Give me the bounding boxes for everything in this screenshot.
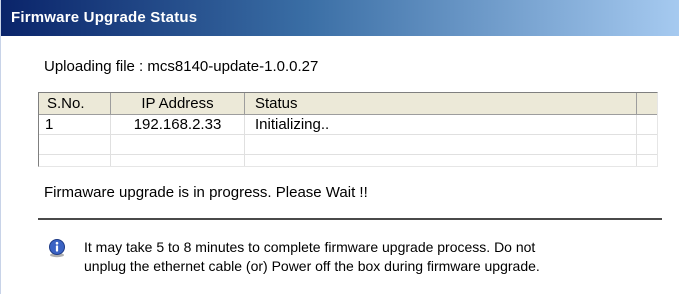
uploading-file-label: Uploading file : mcs8140-update-1.0.0.27 — [44, 58, 319, 75]
column-header-filler — [637, 93, 657, 115]
note-line-2: unplug the ethernet cable (or) Power off… — [84, 258, 540, 274]
progress-message: Firmaware upgrade is in progress. Please… — [44, 184, 368, 201]
empty-cell — [637, 155, 657, 166]
empty-cell — [245, 135, 637, 155]
window-title: Firmware Upgrade Status — [11, 9, 198, 26]
cell-status: Initializing.. — [245, 115, 637, 135]
title-bar[interactable]: Firmware Upgrade Status — [1, 0, 679, 36]
separator-line — [38, 218, 662, 220]
column-header-status[interactable]: Status — [245, 93, 637, 115]
info-icon — [49, 239, 65, 258]
table-row-empty — [39, 155, 657, 166]
empty-cell — [111, 135, 245, 155]
note-line-1: It may take 5 to 8 minutes to complete f… — [84, 239, 536, 255]
warning-note: It may take 5 to 8 minutes to complete f… — [84, 238, 540, 276]
table-header: S.No. IP Address Status — [39, 93, 657, 115]
cell-ip-address: 192.168.2.33 — [111, 115, 245, 135]
column-header-ip-address[interactable]: IP Address — [111, 93, 245, 115]
table-row-empty — [39, 135, 657, 155]
empty-cell — [111, 155, 245, 166]
empty-cell — [39, 135, 111, 155]
table-row[interactable]: 1 192.168.2.33 Initializing.. — [39, 115, 657, 135]
upgrade-status-table[interactable]: S.No. IP Address Status 1 192.168.2.33 I… — [38, 92, 658, 167]
empty-cell — [39, 155, 111, 166]
cell-filler — [637, 115, 657, 135]
column-header-sno[interactable]: S.No. — [39, 93, 111, 115]
cell-sno: 1 — [39, 115, 111, 135]
firmware-upgrade-dialog: Firmware Upgrade Status Uploading file :… — [0, 0, 679, 294]
empty-cell — [637, 135, 657, 155]
empty-cell — [245, 155, 637, 166]
